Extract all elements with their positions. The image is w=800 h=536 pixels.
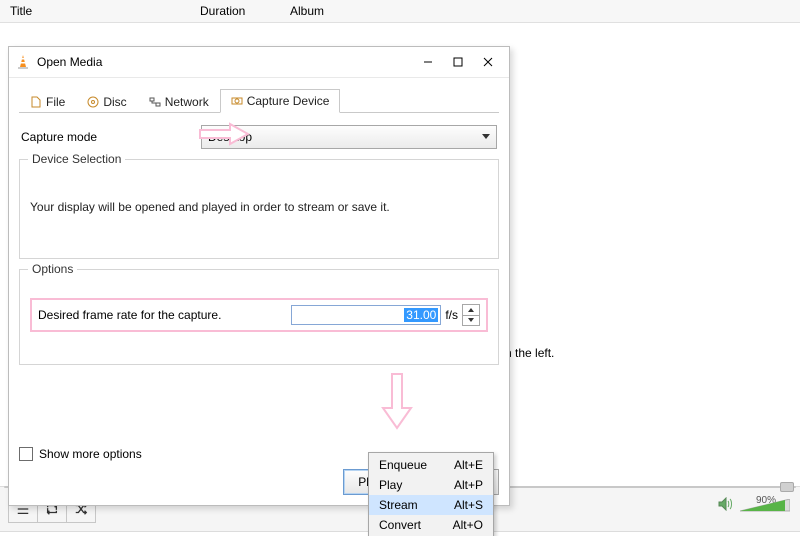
playlist-column-header: Title Duration Album [0,0,800,23]
tab-capture-label: Capture Device [247,94,330,108]
frame-rate-unit: f/s [445,308,458,322]
col-title[interactable]: Title [0,4,190,18]
disc-icon [87,96,99,108]
col-album[interactable]: Album [280,4,334,18]
menu-accel: Alt+S [454,498,483,512]
tab-file-label: File [46,95,65,109]
minimize-button[interactable] [413,50,443,74]
volume-slider[interactable] [740,499,790,513]
menu-item-play[interactable]: Play Alt+P [369,475,493,495]
options-group: Options Desired frame rate for the captu… [19,269,499,365]
close-button[interactable] [473,50,503,74]
spinner-down[interactable] [463,316,479,326]
capture-icon [231,95,243,107]
tab-capture-device[interactable]: Capture Device [220,89,341,113]
menu-accel: Alt+E [454,458,483,472]
menu-item-enqueue[interactable]: Enqueue Alt+E [369,455,493,475]
show-more-label[interactable]: Show more options [39,447,142,461]
frame-rate-value: 31.00 [404,308,438,322]
network-icon [149,96,161,108]
menu-accel: Alt+P [454,478,483,492]
background-hint-text: n the left. [505,346,554,360]
maximize-button[interactable] [443,50,473,74]
options-legend: Options [28,262,77,276]
menu-label: Stream [379,498,418,512]
device-selection-message: Your display will be opened and played i… [30,200,390,214]
menu-label: Play [379,478,402,492]
frame-rate-spinner[interactable] [462,304,480,326]
spinner-up[interactable] [463,305,479,316]
frame-rate-input[interactable]: 31.00 [291,305,441,325]
play-mode-menu: Enqueue Alt+E Play Alt+P Stream Alt+S Co… [368,452,494,536]
speaker-icon[interactable] [718,497,734,514]
tab-file[interactable]: File [19,90,76,113]
tab-network[interactable]: Network [138,90,220,113]
capture-mode-select[interactable]: Desktop [201,125,497,149]
menu-item-convert[interactable]: Convert Alt+O [369,515,493,535]
vlc-cone-icon [15,54,31,70]
frame-rate-label: Desired frame rate for the capture. [38,308,291,322]
col-duration[interactable]: Duration [190,4,280,18]
menu-label: Convert [379,518,421,532]
show-more-checkbox[interactable] [19,447,33,461]
frame-rate-row: Desired frame rate for the capture. 31.0… [30,298,488,332]
caret-down-icon [468,318,474,322]
capture-mode-label: Capture mode [21,130,201,144]
dialog-title: Open Media [37,55,102,69]
file-icon [30,96,42,108]
tab-disc-label: Disc [103,95,126,109]
chevron-down-icon [482,134,490,139]
tab-network-label: Network [165,95,209,109]
device-selection-legend: Device Selection [28,152,125,166]
caret-up-icon [468,308,474,312]
tab-disc[interactable]: Disc [76,90,137,113]
menu-accel: Alt+O [453,518,483,532]
dialog-titlebar[interactable]: Open Media [9,47,509,78]
hint-arrow-down-icon [381,372,413,430]
seek-handle[interactable] [780,482,794,492]
source-tabs: File Disc Network Capture Device [19,86,499,113]
device-selection-group: Device Selection Your display will be op… [19,159,499,259]
capture-mode-value: Desktop [208,130,252,144]
open-media-dialog: Open Media File Disc Network Captur [8,46,510,506]
menu-item-stream[interactable]: Stream Alt+S [369,495,493,515]
menu-label: Enqueue [379,458,427,472]
